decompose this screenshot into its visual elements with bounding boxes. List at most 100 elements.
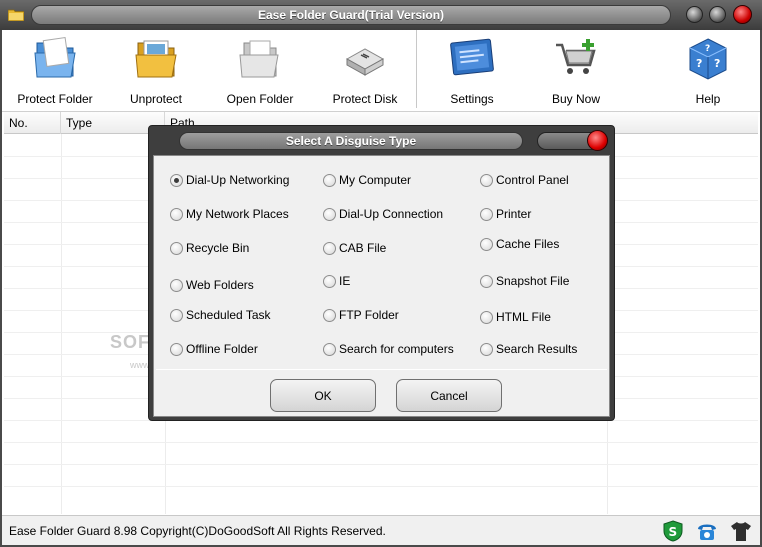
toolbar-unprotect-button[interactable]: Unprotect xyxy=(114,30,198,110)
radio-button[interactable] xyxy=(323,207,336,221)
toolbar-buy-now-button[interactable]: Buy Now xyxy=(536,30,616,110)
option-ie[interactable]: IE xyxy=(323,274,350,288)
option-label: Search Results xyxy=(496,342,578,356)
svg-text:S: S xyxy=(669,525,678,539)
dialog-divider xyxy=(156,369,607,370)
option-label: Printer xyxy=(496,207,532,221)
dialog-close-button[interactable] xyxy=(587,130,608,151)
shirt-icon[interactable] xyxy=(730,520,752,542)
svg-text:?: ? xyxy=(714,57,720,70)
option-label: Recycle Bin xyxy=(186,241,250,255)
option-dial-up-connection[interactable]: Dial-Up Connection xyxy=(323,207,443,221)
option-label: Control Panel xyxy=(496,173,569,187)
toolbar-label: Unprotect xyxy=(129,92,183,106)
radio-button[interactable] xyxy=(480,207,493,221)
option-search-for-computers[interactable]: Search for computers xyxy=(323,342,454,356)
option-label: Cache Files xyxy=(496,237,560,251)
radio-button[interactable] xyxy=(480,274,493,288)
title-bar[interactable]: Ease Folder Guard(Trial Version) xyxy=(0,0,762,30)
option-label: Offline Folder xyxy=(186,342,258,356)
option-label: HTML File xyxy=(496,310,551,324)
option-cab-file[interactable]: CAB File xyxy=(323,241,386,255)
unprotect-icon xyxy=(135,40,177,78)
shield-s-icon[interactable]: S xyxy=(662,520,684,542)
settings-icon xyxy=(450,38,494,76)
option-label: Dial-Up Networking xyxy=(186,173,290,187)
toolbar-label: Protect Disk xyxy=(332,92,398,106)
disguise-type-dialog: Select A Disguise Type Dial-Up Networkin… xyxy=(148,125,615,421)
dialog-title[interactable]: Select A Disguise Type xyxy=(179,132,523,150)
radio-button[interactable] xyxy=(170,207,183,221)
column-header-no[interactable]: No. xyxy=(4,112,61,134)
toolbar-label: Buy Now xyxy=(551,92,601,106)
radio-button[interactable] xyxy=(323,342,336,356)
toolbar: Protect Folder Unprotect Open Folder Pro… xyxy=(2,30,760,112)
radio-button[interactable] xyxy=(323,241,336,255)
radio-button[interactable] xyxy=(170,342,183,356)
option-my-computer[interactable]: My Computer xyxy=(323,173,411,187)
option-ftp-folder[interactable]: FTP Folder xyxy=(323,308,399,322)
status-bar: Ease Folder Guard 8.98 Copyright(C)DoGoo… xyxy=(2,515,760,545)
toolbar-label: Open Folder xyxy=(226,92,294,106)
cart-icon xyxy=(556,39,596,74)
option-offline-folder[interactable]: Offline Folder xyxy=(170,342,258,356)
phone-icon[interactable] xyxy=(696,520,718,542)
radio-button[interactable] xyxy=(323,308,336,322)
svg-text:?: ? xyxy=(696,57,702,70)
option-printer[interactable]: Printer xyxy=(480,207,531,221)
radio-button[interactable] xyxy=(323,274,336,288)
option-html-file[interactable]: HTML File xyxy=(480,310,551,324)
toolbar-help-button[interactable]: ? ? ? Help xyxy=(668,30,748,110)
close-button[interactable] xyxy=(733,5,752,24)
option-label: Web Folders xyxy=(186,278,254,292)
radio-button[interactable] xyxy=(323,173,336,187)
option-recycle-bin[interactable]: Recycle Bin xyxy=(170,241,249,255)
option-cache-files[interactable]: Cache Files xyxy=(480,237,559,251)
option-dial-up-networking[interactable]: Dial-Up Networking xyxy=(170,173,289,187)
cancel-button[interactable]: Cancel xyxy=(396,379,502,412)
status-text: Ease Folder Guard 8.98 Copyright(C)DoGoo… xyxy=(9,524,386,538)
row-line xyxy=(4,486,758,487)
protect-folder-icon xyxy=(34,37,76,78)
maximize-button[interactable] xyxy=(709,6,726,23)
toolbar-open-folder-button[interactable]: Open Folder xyxy=(218,30,302,110)
ok-button[interactable]: OK xyxy=(270,379,376,412)
open-folder-icon xyxy=(239,40,279,78)
dialog-body: Dial-Up Networking My Computer Control P… xyxy=(153,155,610,417)
option-web-folders[interactable]: Web Folders xyxy=(170,278,254,292)
option-snapshot-file[interactable]: Snapshot File xyxy=(480,274,569,288)
option-label: My Computer xyxy=(339,173,412,187)
radio-button[interactable] xyxy=(170,308,183,322)
svg-text:?: ? xyxy=(705,44,710,54)
radio-button[interactable] xyxy=(170,241,183,255)
option-label: Search for computers xyxy=(339,342,454,356)
radio-button[interactable] xyxy=(170,278,183,292)
row-line xyxy=(4,442,758,443)
app-folder-icon xyxy=(8,9,24,21)
minimize-button[interactable] xyxy=(686,6,703,23)
option-control-panel[interactable]: Control Panel xyxy=(480,173,569,187)
disguise-options: Dial-Up Networking My Computer Control P… xyxy=(154,156,611,369)
option-search-results[interactable]: Search Results xyxy=(480,342,577,356)
radio-button[interactable] xyxy=(480,237,493,251)
option-my-network-places[interactable]: My Network Places xyxy=(170,207,289,221)
help-icon: ? ? ? xyxy=(689,38,727,80)
option-label: Snapshot File xyxy=(496,274,570,288)
protect-disk-icon xyxy=(345,48,385,76)
option-scheduled-task[interactable]: Scheduled Task xyxy=(170,308,271,322)
radio-button[interactable] xyxy=(480,342,493,356)
toolbar-protect-folder-button[interactable]: Protect Folder xyxy=(10,30,100,110)
option-label: Dial-Up Connection xyxy=(339,207,444,221)
column-divider xyxy=(61,134,62,514)
radio-button[interactable] xyxy=(480,173,493,187)
toolbar-label: Help xyxy=(695,92,721,106)
option-label: IE xyxy=(339,274,351,288)
radio-button[interactable] xyxy=(170,173,183,187)
option-label: Scheduled Task xyxy=(186,308,271,322)
toolbar-label: Protect Folder xyxy=(17,92,93,106)
toolbar-settings-button[interactable]: Settings xyxy=(432,30,512,110)
row-line xyxy=(4,464,758,465)
toolbar-protect-disk-button[interactable]: Protect Disk xyxy=(320,30,410,110)
toolbar-label: Settings xyxy=(450,92,494,106)
radio-button[interactable] xyxy=(480,310,493,324)
